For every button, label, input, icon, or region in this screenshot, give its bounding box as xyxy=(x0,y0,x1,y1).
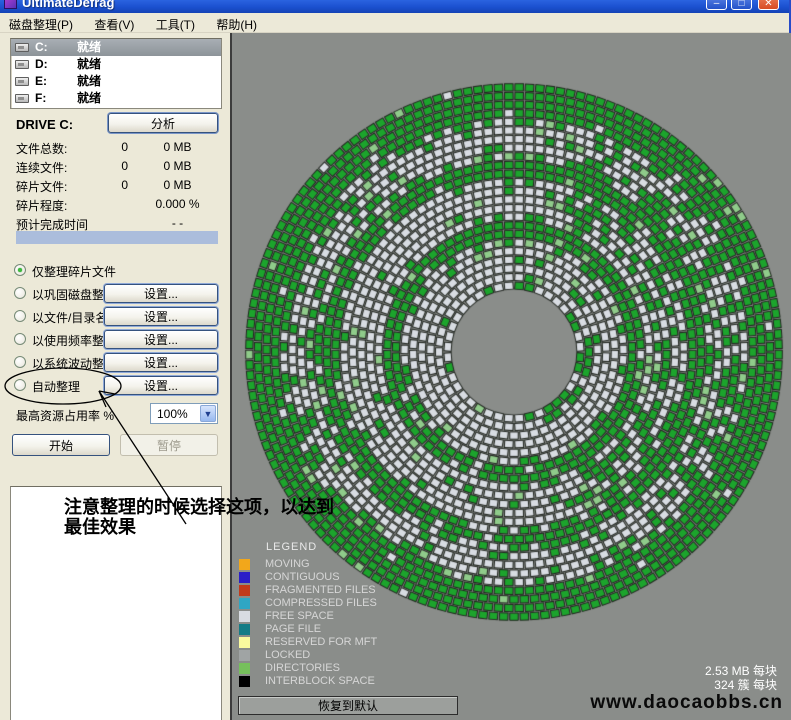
radio-fragmented-only[interactable] xyxy=(14,264,26,276)
mft-swatch xyxy=(239,637,250,648)
free-space-swatch xyxy=(239,611,250,622)
stat-total-files: 文件总数: 0 0 MB xyxy=(16,140,221,159)
stat-count: 0 xyxy=(104,159,128,173)
minimize-button[interactable]: – xyxy=(706,0,727,10)
close-button[interactable]: ✕ xyxy=(758,0,779,10)
drive-list: C: 就绪 D: 就绪 E: 就绪 F: 就绪 xyxy=(10,38,222,109)
resource-usage-label: 最高资源占用率 % xyxy=(16,407,114,424)
block-info: 2.53 MB 每块 324 簇 每块 xyxy=(705,664,777,692)
settings-button-consolidate[interactable]: 设置... xyxy=(104,284,218,303)
option-consolidate[interactable]: 以巩固磁盘整理 设置... xyxy=(0,285,230,307)
drive-letter: E: xyxy=(35,73,47,90)
stat-fragmented-files: 碎片文件: 0 0 MB xyxy=(16,178,221,197)
menu-help[interactable]: 帮助(H) xyxy=(207,13,266,33)
option-label: 自动整理 xyxy=(32,378,80,395)
menu-bar: 磁盘整理(P) 查看(V) 工具(T) 帮助(H) xyxy=(0,13,789,33)
block-size-text: 2.53 MB 每块 xyxy=(705,664,777,678)
drive-status: 就绪 xyxy=(77,73,101,90)
resource-usage-value: 100% xyxy=(157,407,188,421)
selected-drive-label: DRIVE C: xyxy=(16,117,73,132)
directories-swatch xyxy=(239,663,250,674)
stat-size: - - xyxy=(140,216,215,230)
stat-label: 碎片文件: xyxy=(16,178,67,195)
drive-status: 就绪 xyxy=(77,56,101,73)
legend-title: LEGEND xyxy=(266,541,317,553)
stat-size: 0 MB xyxy=(140,140,215,154)
drive-row-c[interactable]: C: 就绪 xyxy=(11,39,221,56)
app-window: UltimateDefrag – □ ✕ 磁盘整理(P) 查看(V) 工具(T)… xyxy=(0,0,791,720)
option-volatility[interactable]: 以系统波动整理 设置... xyxy=(0,354,230,376)
stat-fragmentation: 碎片程度: 0.000 % xyxy=(16,197,221,216)
drive-status: 就绪 xyxy=(77,39,101,56)
option-label: 仅整理碎片文件 xyxy=(32,263,116,280)
drive-row-f[interactable]: F: 就绪 xyxy=(11,90,221,107)
drive-icon xyxy=(15,77,29,86)
window-title: UltimateDefrag xyxy=(22,0,114,10)
stat-label: 碎片程度: xyxy=(16,197,67,214)
chevron-down-icon[interactable]: ▼ xyxy=(200,405,216,422)
maximize-button[interactable]: □ xyxy=(731,0,752,10)
progress-bar xyxy=(16,231,218,244)
radio-consolidate[interactable] xyxy=(14,287,26,299)
radio-frequency[interactable] xyxy=(14,333,26,345)
option-filename[interactable]: 以文件/目录名整理 设置... xyxy=(0,308,230,330)
drive-icon xyxy=(15,94,29,103)
disk-panel: LEGEND MOVING CONTIGUOUS FRAGMENTED FILE… xyxy=(230,33,791,720)
restore-defaults-button[interactable]: 恢复到默认 xyxy=(238,696,458,715)
title-bar: UltimateDefrag – □ ✕ xyxy=(0,0,789,13)
settings-button-filename[interactable]: 设置... xyxy=(104,307,218,326)
menu-defrag[interactable]: 磁盘整理(P) xyxy=(0,13,82,33)
drive-icon xyxy=(15,43,29,52)
cluster-text: 324 簇 每块 xyxy=(705,678,777,692)
stat-count: 0 xyxy=(104,140,128,154)
stat-size: 0.000 % xyxy=(140,197,215,211)
analyze-button[interactable]: 分析 xyxy=(108,113,218,133)
stat-count: 0 xyxy=(104,178,128,192)
stat-size: 0 MB xyxy=(140,159,215,173)
pause-button[interactable]: 暂停 xyxy=(120,434,218,456)
drive-row-e[interactable]: E: 就绪 xyxy=(11,73,221,90)
app-icon xyxy=(4,0,17,9)
locked-swatch xyxy=(239,650,250,661)
radio-volatility[interactable] xyxy=(14,356,26,368)
settings-button-frequency[interactable]: 设置... xyxy=(104,330,218,349)
moving-swatch xyxy=(239,559,250,570)
drive-icon xyxy=(15,60,29,69)
menu-tools[interactable]: 工具(T) xyxy=(147,13,204,33)
watermark: www.daocaobbs.cn xyxy=(590,692,783,714)
stat-contiguous-files: 连续文件: 0 0 MB xyxy=(16,159,221,178)
option-fragmented-only[interactable]: 仅整理碎片文件 xyxy=(0,262,230,284)
drive-row-d[interactable]: D: 就绪 xyxy=(11,56,221,73)
fragmented-swatch xyxy=(239,585,250,596)
radio-auto[interactable] xyxy=(14,379,26,391)
control-panel: C: 就绪 D: 就绪 E: 就绪 F: 就绪 DRIVE C: 分析 文件总数… xyxy=(0,33,230,720)
interblock-swatch xyxy=(239,676,250,687)
compressed-swatch xyxy=(239,598,250,609)
resource-usage-row: 最高资源占用率 % 100% ▼ xyxy=(0,403,230,425)
page-file-swatch xyxy=(239,624,250,635)
contiguous-swatch xyxy=(239,572,250,583)
drive-letter: D: xyxy=(35,56,48,73)
settings-button-volatility[interactable]: 设置... xyxy=(104,353,218,372)
stat-label: 文件总数: xyxy=(16,140,67,157)
stat-label: 连续文件: xyxy=(16,159,67,176)
drive-letter: C: xyxy=(35,39,48,56)
option-auto[interactable]: 自动整理 设置... xyxy=(0,377,230,399)
start-button[interactable]: 开始 xyxy=(12,434,110,456)
drive-letter: F: xyxy=(35,90,46,107)
settings-button-auto[interactable]: 设置... xyxy=(104,376,218,395)
radio-filename[interactable] xyxy=(14,310,26,322)
resource-usage-select[interactable]: 100% ▼ xyxy=(150,403,218,424)
stat-size: 0 MB xyxy=(140,178,215,192)
option-frequency[interactable]: 以使用频率整理 设置... xyxy=(0,331,230,353)
file-listbox[interactable] xyxy=(10,486,222,720)
menu-view[interactable]: 查看(V) xyxy=(85,13,143,33)
drive-status: 就绪 xyxy=(77,90,101,107)
